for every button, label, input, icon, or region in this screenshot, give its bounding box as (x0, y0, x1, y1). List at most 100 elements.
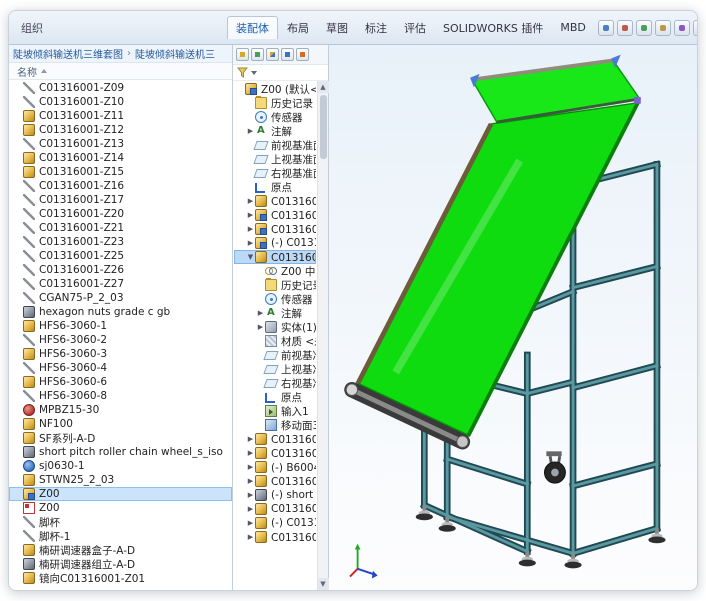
tree-row[interactable]: ▶C01316001-Z05<1> (默 (234, 446, 316, 460)
tree-row[interactable]: 材质 <未指定> (234, 334, 316, 348)
list-item[interactable]: STWN25_2_03 (9, 473, 232, 487)
list-item[interactable]: C01316001-Z15 (9, 165, 232, 179)
list-item[interactable]: 脚杯 (9, 515, 232, 529)
list-item[interactable]: short pitch roller chain wheel_s_iso (9, 445, 232, 459)
ribbon-tab-5[interactable]: 评估 (396, 17, 434, 39)
tree-row[interactable]: 原点 (234, 180, 316, 194)
tree-row[interactable]: ▶C01316001-Z10<1> -> (234, 502, 316, 516)
tree-row[interactable]: ▶C01316001-Z07<1> (默 (234, 530, 316, 544)
list-item[interactable]: Z00 (9, 501, 232, 515)
tree-row[interactable]: Z00 中的配合 (234, 264, 316, 278)
tree-row[interactable]: 右视基准面 (234, 166, 316, 180)
twisty-down-icon[interactable]: ▼ (246, 253, 255, 261)
twisty-right-icon[interactable]: ▶ (246, 239, 255, 247)
scroll-thumb[interactable] (320, 95, 327, 159)
hide-show-icon[interactable] (655, 20, 671, 36)
tree-row[interactable]: 输入1 (234, 404, 316, 418)
tree-row[interactable]: 传感器 (234, 292, 316, 306)
tree-row[interactable]: ▶(-) B6004ZZ_2_03<1> (默 (234, 460, 316, 474)
list-item[interactable]: HFS6-3060-8 (9, 389, 232, 403)
tree-row[interactable]: 历史记录 (234, 278, 316, 292)
tree-row[interactable]: 上视基准面 (234, 362, 316, 376)
tree-row[interactable]: ▶(-) C01316001-Z16<1> (234, 516, 316, 530)
graphics-viewport[interactable] (329, 45, 697, 590)
scene-icon[interactable] (693, 20, 698, 36)
list-item[interactable]: C01316001-Z10 (9, 95, 232, 109)
tree-row[interactable]: 上视基准面 (234, 152, 316, 166)
filter-dropdown-icon[interactable] (251, 71, 257, 75)
ribbon-tab-3[interactable]: 草图 (318, 17, 356, 39)
zoom-fit-icon[interactable] (598, 20, 614, 36)
list-item[interactable]: 楠研调速器组立-A-D (9, 557, 232, 571)
tree-row[interactable]: Z00 (默认<默认_显示状态-1> (234, 82, 316, 96)
list-item[interactable]: HFS6-3060-3 (9, 347, 232, 361)
tree-row[interactable]: 右视基准面 (234, 376, 316, 390)
twisty-right-icon[interactable]: ▶ (246, 463, 255, 471)
ribbon-tab-1[interactable]: 装配体 (227, 16, 278, 39)
tree-row[interactable]: 前视基准面 (234, 138, 316, 152)
ribbon-tab-4[interactable]: 标注 (357, 17, 395, 39)
list-item[interactable]: HFS6-3060-1 (9, 319, 232, 333)
list-item[interactable]: CGAN75-P_2_03 (9, 291, 232, 305)
tree-filter[interactable] (233, 65, 328, 81)
list-item[interactable]: MPBZ15-30 (9, 403, 232, 417)
scroll-up-arrow[interactable]: ▲ (318, 81, 329, 93)
tree-row[interactable]: ▶(-) short pitch roller cha (234, 488, 316, 502)
twisty-right-icon[interactable]: ▶ (246, 491, 255, 499)
tree-row[interactable]: ▶C01316001-Z08<1> (默 (234, 194, 316, 208)
tree-row[interactable]: ▶(-) C01316001-A00<2> (234, 236, 316, 250)
list-item[interactable]: 脚杯-1 (9, 529, 232, 543)
twisty-right-icon[interactable]: ▶ (246, 197, 255, 205)
twisty-right-icon[interactable]: ▶ (246, 533, 255, 541)
appearance-icon[interactable] (674, 20, 690, 36)
tree-row[interactable]: ▶实体(1) (234, 320, 316, 334)
twisty-right-icon[interactable]: ▶ (246, 435, 255, 443)
column-header-name[interactable]: 名称 (9, 63, 232, 80)
list-item[interactable]: C01316001-Z23 (9, 235, 232, 249)
list-item[interactable]: C01316001-Z25 (9, 249, 232, 263)
displaymanager-tab-icon[interactable] (296, 48, 309, 61)
list-item[interactable]: 镜向C01316001-Z01 (9, 571, 232, 585)
tree-row[interactable]: 历史记录 (234, 96, 316, 110)
ribbon-tab-7[interactable]: MBD (552, 18, 594, 37)
twisty-right-icon[interactable]: ▶ (246, 449, 255, 457)
list-item[interactable]: 楠研调速器盒子-A-D (9, 543, 232, 557)
propertymanager-tab-icon[interactable] (251, 48, 264, 61)
tree-scrollbar[interactable]: ▲ ▼ (317, 81, 328, 590)
breadcrumb-item[interactable]: 陡坡倾斜输送机三维套图 (13, 46, 123, 61)
list-item[interactable]: C01316001-Z09 (9, 81, 232, 95)
list-item[interactable]: C01316001-Z11 (9, 109, 232, 123)
list-item[interactable]: HFS6-3060-6 (9, 375, 232, 389)
twisty-right-icon[interactable]: ▶ (256, 323, 265, 331)
list-item[interactable]: C01316001-Z20 (9, 207, 232, 221)
organize-button[interactable]: 组织 (15, 20, 225, 36)
twisty-right-icon[interactable]: ▶ (246, 477, 255, 485)
tree-row[interactable]: ▶注解 (234, 124, 316, 138)
list-item[interactable]: C01316001-Z27 (9, 277, 232, 291)
list-item[interactable]: hexagon nuts grade c gb (9, 305, 232, 319)
section-view-icon[interactable] (617, 20, 633, 36)
twisty-right-icon[interactable]: ▶ (246, 225, 255, 233)
tree-row[interactable]: 传感器 (234, 110, 316, 124)
twisty-right-icon[interactable]: ▶ (256, 309, 265, 317)
tree-row[interactable]: ▶C01316001-Z02<1> (默 (234, 208, 316, 222)
tree-row[interactable]: ▶C01316001-C00<1> (默 (234, 222, 316, 236)
twisty-right-icon[interactable]: ▶ (246, 519, 255, 527)
display-style-icon[interactable] (636, 20, 652, 36)
viewport-3d[interactable] (329, 45, 697, 590)
tree-row[interactable]: 前视基准面 (234, 348, 316, 362)
list-item[interactable]: C01316001-Z16 (9, 179, 232, 193)
list-item[interactable]: C01316001-Z13 (9, 137, 232, 151)
list-item[interactable]: HFS6-3060-4 (9, 361, 232, 375)
tree-row[interactable]: ▼C01316001-Z09<1> (默 (234, 250, 316, 264)
featuremanager-tab-icon[interactable] (236, 48, 249, 61)
list-item[interactable]: C01316001-Z17 (9, 193, 232, 207)
list-item[interactable]: sj0630-1 (9, 459, 232, 473)
twisty-right-icon[interactable]: ▶ (246, 127, 255, 135)
ribbon-tab-6[interactable]: SOLIDWORKS 插件 (435, 17, 551, 39)
configurationmanager-tab-icon[interactable] (266, 48, 279, 61)
list-item[interactable]: C01316001-Z21 (9, 221, 232, 235)
twisty-right-icon[interactable]: ▶ (246, 505, 255, 513)
ribbon-tab-2[interactable]: 布局 (279, 17, 317, 39)
breadcrumb-item[interactable]: 陡坡倾斜输送机三 (135, 46, 215, 61)
